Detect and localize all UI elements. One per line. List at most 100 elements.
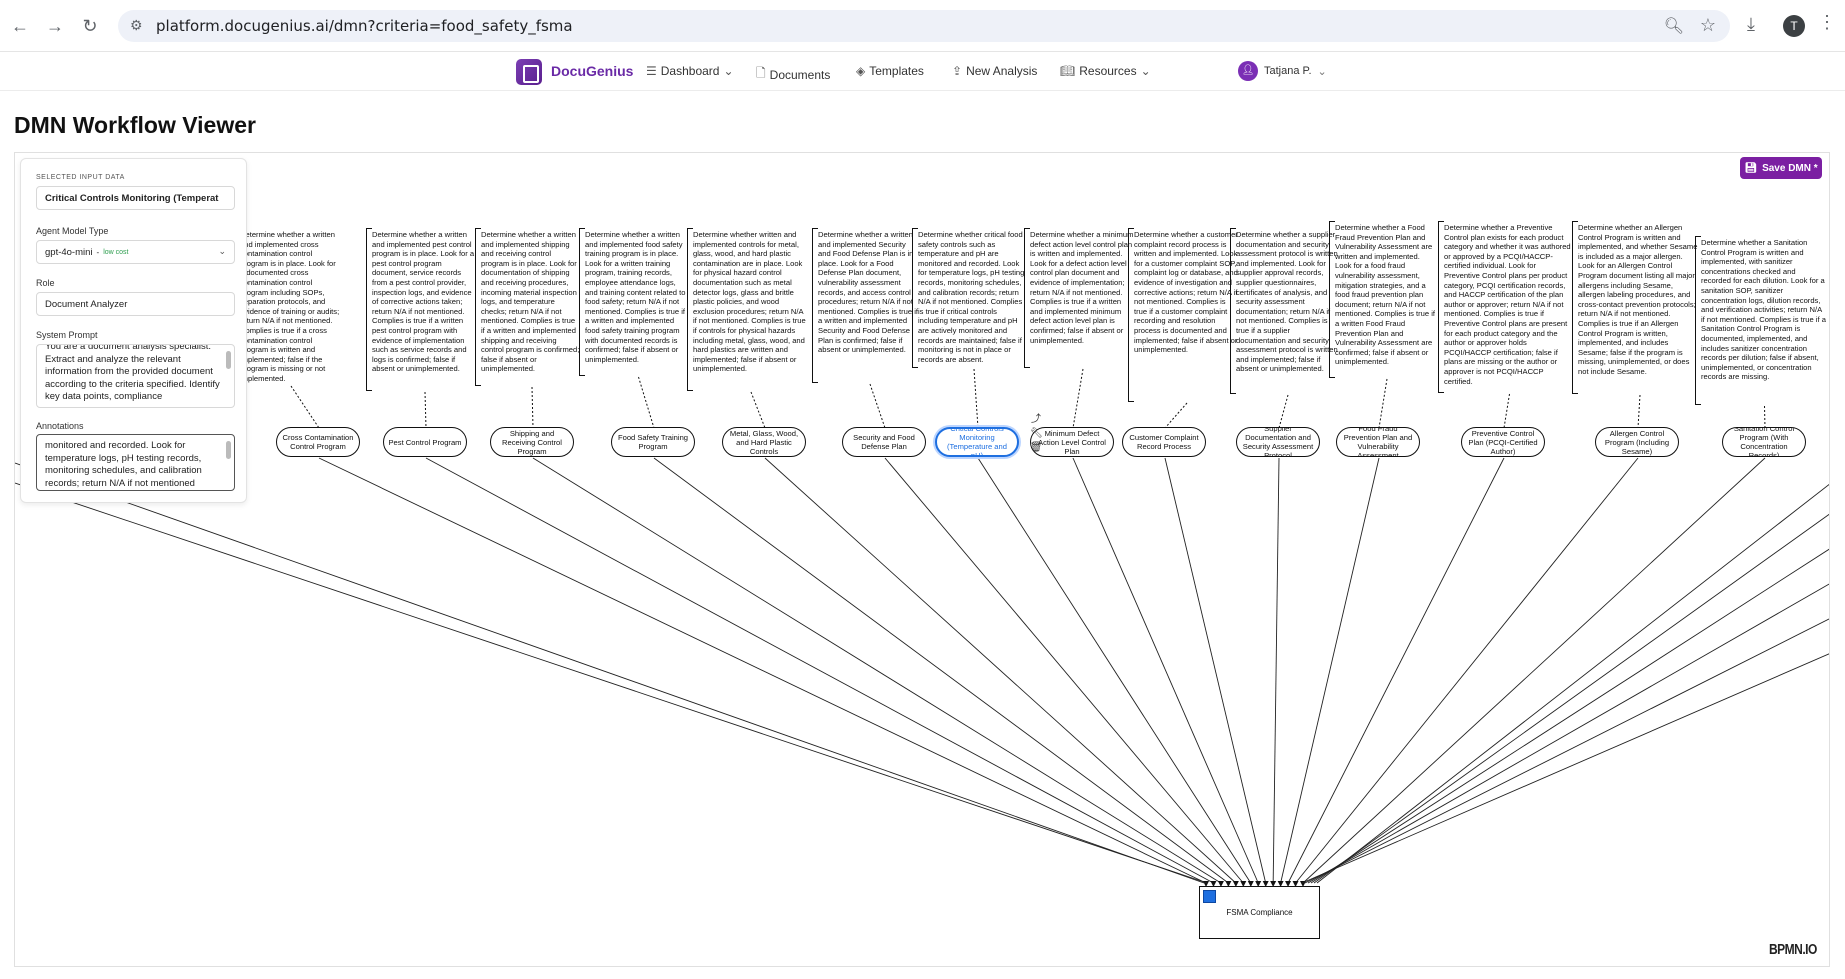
browser-menu-icon[interactable]: ⋮ [1818,12,1836,33]
input-data-node[interactable]: Preventive Control Plan (PCQI-Certified … [1461,427,1545,457]
document-icon: 🗋 [756,66,766,80]
association-line [1764,405,1766,429]
role-field[interactable]: Document Analyzer [36,292,235,316]
system-prompt-textarea[interactable]: You are a document analysis specialist. … [36,344,235,408]
url-text[interactable]: platform.docugenius.ai/dmn?criteria=food… [156,17,573,35]
brand-name[interactable]: DocuGenius [551,63,633,79]
association-line [1637,394,1641,429]
properties-panel: SELECTED INPUT DATA Critical Controls Mo… [20,158,247,503]
information-requirement-edge[interactable] [1313,513,1830,884]
information-requirement-edge[interactable] [1307,583,1830,884]
decision-table-icon[interactable] [1203,890,1216,903]
input-data-node[interactable]: Food Fraud Prevention Plan and Vulnerabi… [1336,427,1420,457]
context-pad: ⤴ 🔧︎ 🗑︎ [1030,410,1043,453]
connect-icon[interactable]: ⤴ [1030,410,1042,425]
information-requirement-edge[interactable] [1280,457,1380,884]
menu-icon: ☰ [646,64,657,78]
input-data-node[interactable]: Metal, Glass, Wood, and Hard Plastic Con… [722,427,806,457]
information-requirement-edge[interactable] [425,457,1214,884]
input-data-node[interactable]: Security and Food Defense Plan [842,427,926,457]
nav-documents[interactable]: 🗋 Documents [756,64,830,85]
browser-toolbar: ← → ↻ ⚙ platform.docugenius.ai/dmn?crite… [0,0,1845,52]
information-requirement-edge[interactable] [977,457,1252,884]
input-data-node[interactable]: Critical Controls Monitoring (Temperatur… [935,427,1019,457]
upload-icon: ⇪ [952,64,963,78]
scrollbar-thumb[interactable] [226,351,231,369]
decision-label: FSMA Compliance [1226,908,1293,917]
information-requirement-edge[interactable] [1304,618,1830,884]
bookmark-star-icon[interactable]: ☆ [1700,15,1716,36]
input-data-node[interactable]: Shipping and Receiving Control Program [490,427,574,457]
text-annotation[interactable]: Determine whether a Sanitation Control P… [1701,238,1826,403]
text-annotation[interactable]: Determine whether a customer complaint r… [1134,230,1238,400]
save-dmn-button[interactable]: 💾︎ Save DMN * [1740,157,1822,179]
text-annotation[interactable]: Determine whether critical food safety c… [918,230,1028,366]
nav-label: New Analysis [966,64,1038,78]
information-requirement-edge[interactable] [1272,457,1280,884]
input-data-node[interactable]: Pest Control Program [383,427,467,457]
user-menu[interactable]: 👤︎ Tatjana P. ⌄ [1238,61,1327,81]
user-avatar-icon: 👤︎ [1238,61,1258,81]
text-annotation[interactable]: Determine whether a written and implemen… [585,230,690,374]
information-requirement-edge[interactable] [1287,457,1505,884]
book-icon: 📖︎ [1060,64,1076,78]
agent-model-label: Agent Model Type [36,226,109,236]
site-info-icon[interactable]: ⚙ [130,17,143,34]
text-annotation[interactable]: Determine whether a written and implemen… [481,230,581,384]
reload-icon[interactable]: ↻ [78,14,102,38]
zoom-icon[interactable]: 🔍︎ [1664,16,1684,36]
input-data-node[interactable]: Food Safety Training Program [611,427,695,457]
text-annotation[interactable]: Determine whether a Food Fraud Preventio… [1335,223,1437,376]
information-requirement-edge[interactable] [1310,548,1830,884]
trash-icon[interactable]: 🗑︎ [1030,442,1043,453]
information-requirement-edge[interactable] [1302,457,1766,884]
information-requirement-edge[interactable] [532,457,1222,884]
download-icon[interactable]: ⤓ [1747,14,1755,35]
association-line [531,386,534,429]
decision-node[interactable]: FSMA Compliance [1199,886,1320,939]
information-requirement-edge[interactable] [884,457,1244,884]
text-annotation[interactable]: Determine whether a written and implemen… [240,230,340,383]
nav-dashboard[interactable]: ☰ Dashboard ⌄ [646,64,734,78]
text-annotation[interactable]: Determine whether a minimum defect actio… [1030,230,1134,366]
information-requirement-edge[interactable] [1301,653,1830,884]
information-requirement-edge[interactable] [15,462,1205,884]
text-annotation[interactable]: Determine whether a written and implemen… [818,230,920,381]
browser-profile-avatar[interactable]: T [1783,15,1805,37]
information-requirement-edge[interactable] [15,482,1208,884]
page-title: DMN Workflow Viewer [14,112,256,138]
input-data-node[interactable]: Cross Contamination Control Program [276,427,360,457]
nav-label: Dashboard [660,64,720,78]
information-requirement-edge[interactable] [1164,457,1267,884]
text-annotation[interactable]: Determine whether a supplier documentati… [1236,230,1338,392]
nav-resources[interactable]: 📖︎ Resources ⌄ [1060,64,1151,78]
nav-new-analysis[interactable]: ⇪ New Analysis [952,64,1037,78]
brand-logo-icon[interactable] [516,59,542,85]
association-line [973,368,979,429]
bpmn-io-watermark[interactable]: BPMN.IO [1769,941,1817,958]
wrench-icon[interactable]: 🔧︎ [1030,428,1043,439]
information-requirement-edge[interactable] [1295,457,1639,884]
input-data-node[interactable]: Sanitation Control Program (With Concent… [1722,427,1806,457]
chevron-down-icon: ⌄ [1317,65,1327,78]
information-requirement-edge[interactable] [318,457,1207,884]
input-data-node[interactable]: Allergen Control Program (Including Sesa… [1595,427,1679,457]
association-line [424,391,427,429]
layers-icon: ◈ [856,64,866,78]
information-requirement-edge[interactable] [1316,483,1830,884]
forward-icon[interactable]: → [43,14,67,38]
text-annotation[interactable]: Determine whether a written and implemen… [372,230,476,389]
selected-input-field[interactable]: Critical Controls Monitoring (Temperat [36,186,235,210]
text-annotation[interactable]: Determine whether an Allergen Control Pr… [1578,223,1700,392]
back-icon[interactable]: ← [8,14,32,38]
scrollbar-thumb[interactable] [226,441,231,459]
information-requirement-edge[interactable] [653,457,1229,884]
input-data-node[interactable]: Supplier Documentation and Security Asse… [1236,427,1320,457]
nav-templates[interactable]: ◈ Templates [856,64,924,78]
text-annotation[interactable]: Determine whether a Preventive Control p… [1444,223,1573,391]
input-data-node[interactable]: Customer Complaint Record Process [1122,427,1206,457]
annotations-textarea[interactable]: monitored and recorded. Look for tempera… [36,434,235,491]
address-bar[interactable]: ⚙ platform.docugenius.ai/dmn?criteria=fo… [118,10,1730,42]
text-annotation[interactable]: Determine whether written and implemente… [693,230,807,389]
agent-model-select[interactable]: gpt-4o-mini - low cost ⌄ [36,240,235,264]
